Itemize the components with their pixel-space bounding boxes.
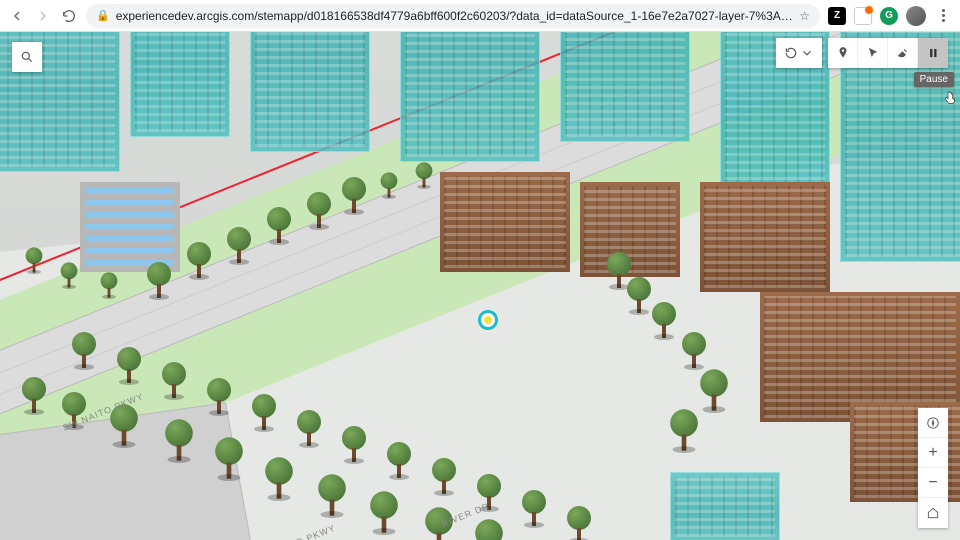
tree bbox=[205, 378, 233, 414]
tree bbox=[625, 277, 653, 313]
tree bbox=[70, 332, 98, 368]
tree bbox=[145, 262, 173, 298]
zoom-out-button[interactable]: − bbox=[918, 468, 948, 498]
home-icon bbox=[926, 506, 940, 520]
home-button[interactable] bbox=[918, 498, 948, 528]
tree bbox=[340, 426, 368, 462]
building-brick bbox=[700, 182, 830, 292]
zoom-in-button[interactable]: + bbox=[918, 438, 948, 468]
tree bbox=[379, 172, 399, 197]
tree bbox=[225, 227, 253, 263]
tree bbox=[565, 506, 593, 540]
building-glass bbox=[560, 32, 690, 142]
tree bbox=[316, 474, 348, 515]
erase-icon bbox=[896, 46, 910, 60]
pause-tooltip: Pause bbox=[914, 72, 954, 87]
tree bbox=[115, 347, 143, 383]
tree bbox=[668, 409, 700, 450]
compass-button[interactable] bbox=[918, 408, 948, 438]
url-text: experiencedev.arcgis.com/stemapp/d018166… bbox=[116, 9, 794, 23]
tree bbox=[414, 162, 434, 187]
tree bbox=[20, 377, 48, 413]
building-glass bbox=[670, 472, 780, 540]
tree bbox=[99, 272, 119, 297]
pause-tool-button[interactable] bbox=[918, 38, 948, 68]
building-grey bbox=[80, 182, 180, 272]
back-button[interactable] bbox=[8, 7, 26, 25]
fly-target-marker bbox=[478, 310, 498, 330]
fly-toolbar bbox=[770, 38, 948, 68]
tree bbox=[24, 247, 44, 272]
compass-icon bbox=[926, 416, 940, 430]
pause-icon bbox=[926, 46, 940, 60]
kebab-menu-icon[interactable] bbox=[934, 9, 952, 22]
tree bbox=[59, 262, 79, 287]
tree bbox=[368, 491, 400, 532]
rotate-tool-button[interactable] bbox=[776, 38, 822, 68]
tree bbox=[185, 242, 213, 278]
tree bbox=[650, 302, 678, 338]
tree bbox=[213, 437, 245, 478]
tree bbox=[160, 362, 188, 398]
star-icon[interactable]: ☆ bbox=[799, 9, 810, 23]
tree bbox=[430, 458, 458, 494]
scene-viewport[interactable]: SW NAITO PKWY …O PKWY RIVER DR bbox=[0, 32, 960, 540]
tree bbox=[385, 442, 413, 478]
tree bbox=[340, 177, 368, 213]
tree bbox=[263, 457, 295, 498]
url-bar[interactable]: 🔒 experiencedev.arcgis.com/stemapp/d0181… bbox=[86, 4, 820, 28]
chevron-down-icon bbox=[800, 46, 814, 60]
navigation-stack: + − bbox=[918, 408, 948, 528]
building-glass bbox=[400, 32, 540, 162]
building-brick bbox=[440, 172, 570, 272]
tree bbox=[295, 410, 323, 446]
clear-tool-button[interactable] bbox=[888, 38, 918, 68]
cursor-icon bbox=[866, 46, 880, 60]
plus-icon: + bbox=[928, 444, 937, 462]
search-icon bbox=[20, 50, 34, 64]
tree bbox=[265, 207, 293, 243]
tree bbox=[520, 490, 548, 526]
extension-z-icon[interactable]: Z bbox=[828, 7, 846, 25]
rotate-icon bbox=[784, 46, 798, 60]
minus-icon: − bbox=[928, 474, 937, 492]
forward-button[interactable] bbox=[34, 7, 52, 25]
tree bbox=[698, 369, 730, 410]
profile-avatar[interactable] bbox=[906, 6, 926, 26]
search-button[interactable] bbox=[12, 42, 42, 72]
browser-chrome: 🔒 experiencedev.arcgis.com/stemapp/d0181… bbox=[0, 0, 960, 32]
tree bbox=[250, 394, 278, 430]
tree bbox=[473, 519, 505, 540]
lock-icon: 🔒 bbox=[96, 9, 110, 22]
building-glass bbox=[250, 32, 370, 152]
building-glass bbox=[130, 32, 230, 137]
extension-badge-icon[interactable] bbox=[854, 7, 872, 25]
point-tool-button[interactable] bbox=[828, 38, 858, 68]
reload-button[interactable] bbox=[60, 7, 78, 25]
select-tool-button[interactable] bbox=[858, 38, 888, 68]
pin-icon bbox=[836, 46, 850, 60]
tree bbox=[680, 332, 708, 368]
tree bbox=[305, 192, 333, 228]
extension-g-icon[interactable]: G bbox=[880, 7, 898, 25]
tree bbox=[163, 419, 195, 460]
